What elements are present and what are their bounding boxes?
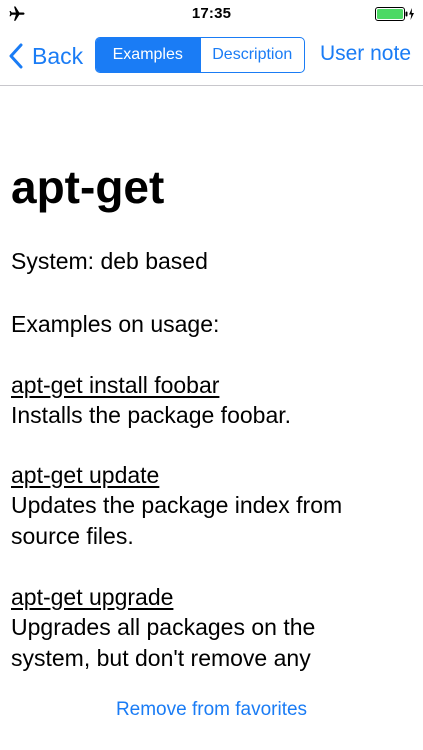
example-description-line: source files. [11, 523, 134, 549]
view-segmented-control: Examples Description [95, 37, 305, 73]
example-description-line: Upgrades all packages on the [11, 614, 316, 640]
remove-from-favorites-button[interactable]: Remove from favorites [0, 699, 423, 721]
tab-examples[interactable]: Examples [96, 38, 200, 72]
example-description-line: Installs the package foobar. [11, 402, 292, 428]
example-command-update[interactable]: apt-get update [11, 460, 159, 491]
example-command-upgrade[interactable]: apt-get upgrade [11, 582, 173, 613]
example-description-line: Updates the package index from [11, 492, 343, 518]
status-bar: 17:35 [0, 0, 423, 28]
status-time: 17:35 [191, 5, 232, 22]
example-description-line: system, but don't remove any [11, 645, 311, 671]
chevron-left-icon [9, 43, 23, 69]
system-line: System: deb based [11, 248, 208, 274]
navigation-bar: Back Examples Description User note [0, 28, 423, 86]
user-note-button[interactable]: User note [320, 42, 411, 66]
back-button[interactable]: Back [8, 40, 83, 72]
battery-icon [375, 7, 414, 21]
tab-description[interactable]: Description [199, 38, 305, 72]
back-label: Back [32, 42, 84, 69]
examples-heading: Examples on usage: [11, 311, 220, 337]
example-command-install[interactable]: apt-get install foobar [11, 370, 219, 401]
charging-bolt-icon [409, 8, 414, 20]
page-title: apt-get [11, 161, 165, 213]
command-content[interactable]: apt-get System: deb based Examples on us… [0, 86, 423, 686]
